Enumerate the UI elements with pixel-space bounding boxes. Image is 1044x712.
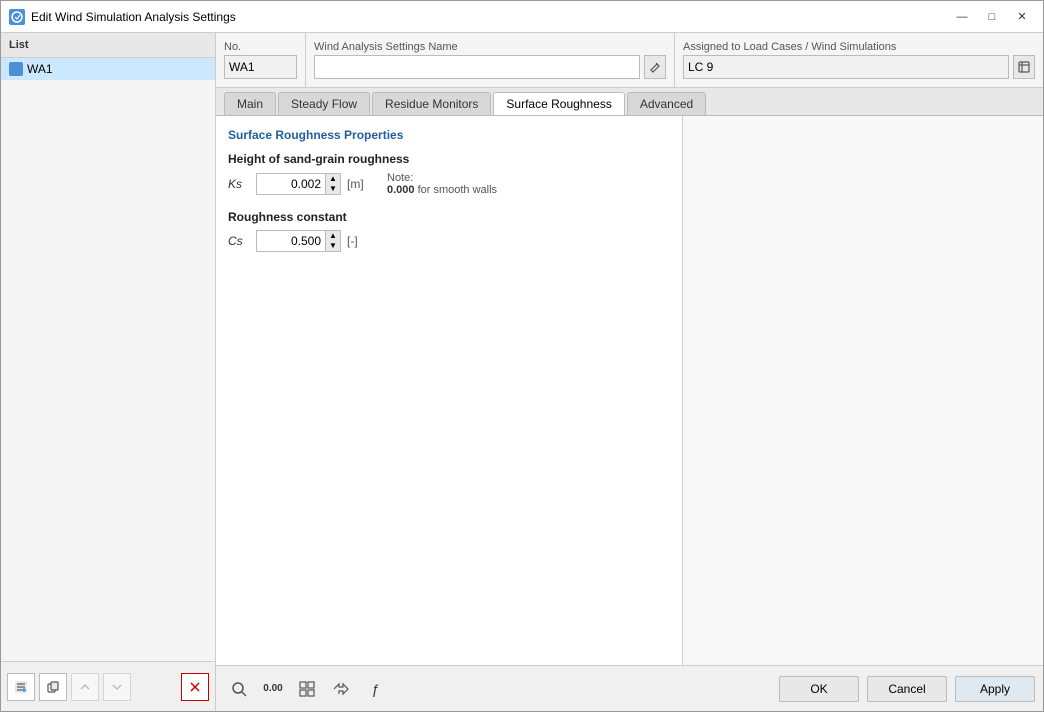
sidebar-item-icon — [9, 62, 23, 76]
sidebar: List WA1 — [1, 33, 216, 711]
function-tool-button[interactable]: ƒ — [360, 675, 390, 703]
no-label: No. — [224, 41, 297, 53]
surface-roughness-pane: Surface Roughness Properties Height of s… — [216, 116, 683, 665]
move-down-button[interactable] — [103, 673, 131, 701]
name-label: Wind Analysis Settings Name — [314, 41, 666, 53]
main-window: Edit Wind Simulation Analysis Settings —… — [0, 0, 1044, 712]
tab-residue-monitors[interactable]: Residue Monitors — [372, 92, 491, 115]
tab-advanced[interactable]: Advanced — [627, 92, 706, 115]
name-input[interactable] — [314, 55, 640, 79]
cs-unit: [-] — [347, 234, 371, 248]
ks-note: Note: 0.000 for smooth walls — [387, 172, 497, 196]
content-area: List WA1 — [1, 33, 1043, 711]
minimize-button[interactable]: — — [949, 7, 975, 27]
cs-decrement[interactable]: ▼ — [326, 241, 340, 251]
bottom-tools: 0.00 ƒ — [224, 675, 390, 703]
cs-input-spin: ▲ ▼ — [256, 230, 341, 252]
close-button[interactable]: ✕ — [1009, 7, 1035, 27]
roughness-section-label: Roughness constant — [228, 210, 670, 224]
sidebar-toolbar — [1, 661, 215, 711]
maximize-button[interactable]: □ — [979, 7, 1005, 27]
copy-button[interactable] — [39, 673, 67, 701]
grid-tool-button[interactable] — [292, 675, 322, 703]
ks-unit: [m] — [347, 177, 371, 191]
ks-row: Ks ▲ ▼ [m] Note: 0.000 — [228, 172, 670, 196]
sidebar-item-wa1[interactable]: WA1 — [1, 58, 215, 80]
arrows-tool-button[interactable] — [326, 675, 356, 703]
sidebar-list: WA1 — [1, 58, 215, 661]
apply-button[interactable]: Apply — [955, 676, 1035, 702]
name-edit-button[interactable] — [644, 55, 666, 79]
dialog-buttons: OK Cancel Apply — [779, 676, 1035, 702]
note-text-suffix: for smooth walls — [415, 184, 498, 196]
window-title: Edit Wind Simulation Analysis Settings — [31, 10, 949, 24]
ks-input[interactable] — [256, 173, 326, 195]
tab-content: Surface Roughness Properties Height of s… — [216, 116, 1043, 665]
note-label: Note: — [387, 172, 413, 184]
ks-input-spin: ▲ ▼ — [256, 173, 341, 195]
cs-key: Cs — [228, 234, 250, 248]
cs-row: Cs ▲ ▼ [-] — [228, 230, 670, 252]
note-value: 0.000 — [387, 184, 415, 196]
ks-increment[interactable]: ▲ — [326, 174, 340, 184]
assigned-group: Assigned to Load Cases / Wind Simulation… — [675, 33, 1043, 87]
height-section: Height of sand-grain roughness Ks ▲ ▼ [m… — [228, 152, 670, 196]
ks-decrement[interactable]: ▼ — [326, 184, 340, 194]
height-section-label: Height of sand-grain roughness — [228, 152, 670, 166]
cs-increment[interactable]: ▲ — [326, 231, 340, 241]
sidebar-header: List — [1, 33, 215, 58]
no-group: No. — [216, 33, 306, 87]
tab-surface-roughness[interactable]: Surface Roughness — [493, 92, 624, 115]
cs-input[interactable] — [256, 230, 326, 252]
tab-bar: Main Steady Flow Residue Monitors Surfac… — [216, 88, 1043, 116]
ks-spinners: ▲ ▼ — [326, 173, 341, 195]
section-title: Surface Roughness Properties — [228, 128, 670, 142]
assigned-row — [683, 55, 1035, 79]
top-fields: No. Wind Analysis Settings Name Assigned… — [216, 33, 1043, 88]
assigned-input[interactable] — [683, 55, 1009, 79]
move-up-button[interactable] — [71, 673, 99, 701]
app-icon — [9, 9, 25, 25]
cancel-button[interactable]: Cancel — [867, 676, 947, 702]
assigned-label: Assigned to Load Cases / Wind Simulation… — [683, 41, 1035, 53]
window-controls: — □ ✕ — [949, 7, 1035, 27]
ok-button[interactable]: OK — [779, 676, 859, 702]
cs-spinners: ▲ ▼ — [326, 230, 341, 252]
main-panel: No. Wind Analysis Settings Name Assigned… — [216, 33, 1043, 711]
bottom-bar: 0.00 ƒ OK Cancel Apply — [216, 665, 1043, 711]
tab-main[interactable]: Main — [224, 92, 276, 115]
title-bar: Edit Wind Simulation Analysis Settings —… — [1, 1, 1043, 33]
delete-button[interactable] — [181, 673, 209, 701]
no-input[interactable] — [224, 55, 297, 79]
name-group: Wind Analysis Settings Name — [306, 33, 675, 87]
add-button[interactable] — [7, 673, 35, 701]
name-row — [314, 55, 666, 79]
ks-key: Ks — [228, 177, 250, 191]
search-tool-button[interactable] — [224, 675, 254, 703]
tab-steady-flow[interactable]: Steady Flow — [278, 92, 370, 115]
decimal-tool-button[interactable]: 0.00 — [258, 675, 288, 703]
right-pane — [683, 116, 1043, 665]
assigned-edit-button[interactable] — [1013, 55, 1035, 79]
sidebar-item-label: WA1 — [27, 62, 53, 76]
roughness-section: Roughness constant Cs ▲ ▼ [-] — [228, 210, 670, 252]
